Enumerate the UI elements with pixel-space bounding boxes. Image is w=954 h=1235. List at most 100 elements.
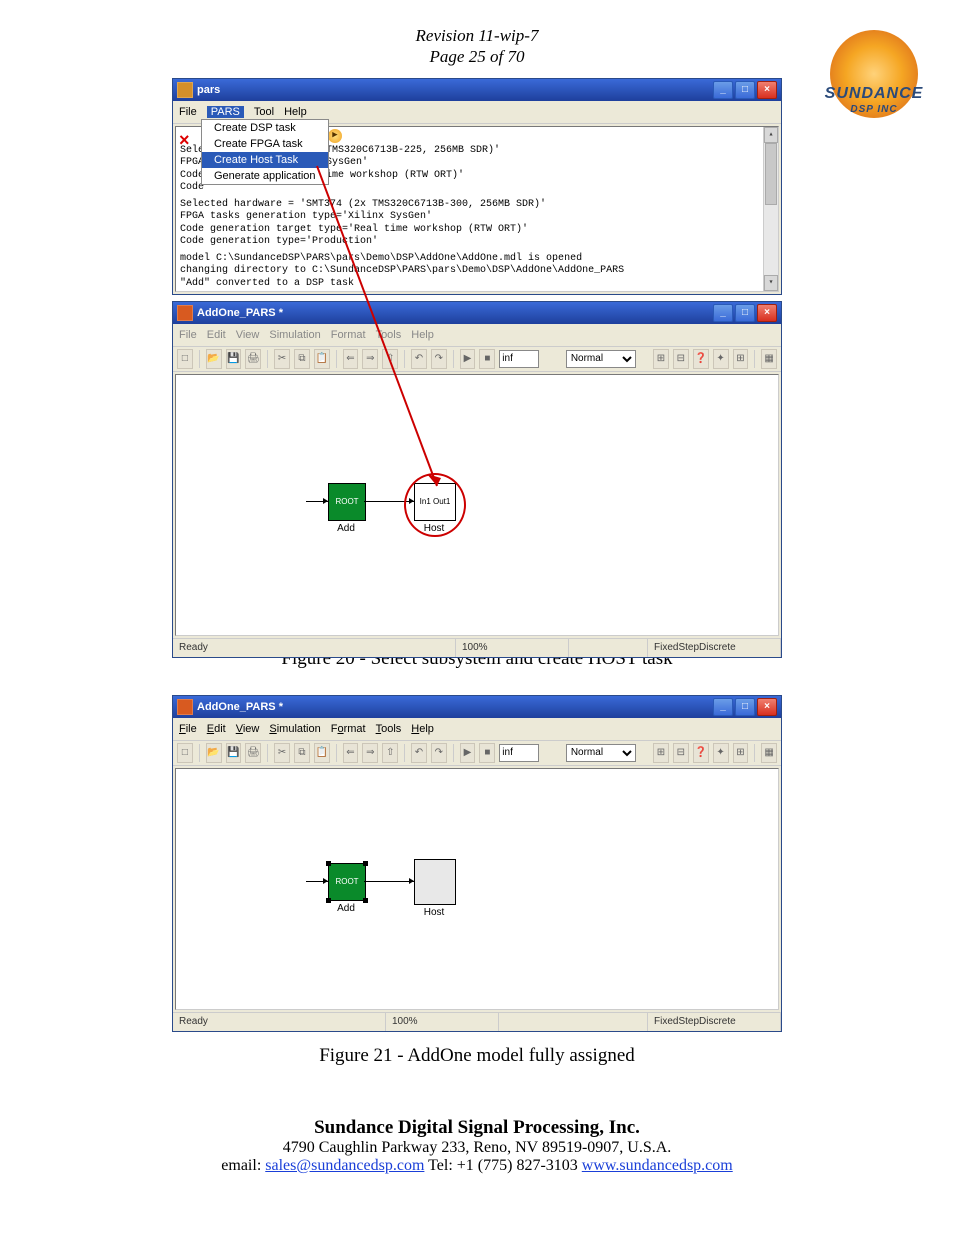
tb-icon-b[interactable]: ⊟ [673, 349, 689, 369]
save-icon[interactable]: 💾 [226, 743, 242, 763]
menu-format[interactable]: Format [331, 329, 366, 341]
block-add[interactable]: ROOT [328, 483, 366, 521]
stop-icon[interactable]: ■ [479, 743, 495, 763]
addone-canvas-2[interactable]: ROOT Add Host [175, 768, 779, 1010]
back-icon[interactable]: ⇐ [343, 743, 359, 763]
scroll-up-icon[interactable]: ▴ [764, 127, 778, 143]
log-sel1: Selected hardware = 'SMT374 (2x TMS320C6… [180, 199, 546, 212]
tb-icon-a[interactable]: ⊞ [653, 349, 669, 369]
menu-view[interactable]: View [236, 723, 260, 735]
maximize-button[interactable]: □ [735, 304, 755, 322]
menu-view[interactable]: View [236, 329, 260, 341]
footer-url-link[interactable]: www.sundancedsp.com [582, 1157, 733, 1174]
footer-company: Sundance Digital Signal Processing, Inc. [0, 1117, 954, 1139]
copy-icon[interactable]: ⧉ [294, 743, 310, 763]
block-add-selected[interactable]: ROOT [328, 863, 366, 901]
menu-tools[interactable]: Tools [376, 723, 402, 735]
tb-icon-d[interactable]: ✦ [713, 743, 729, 763]
tb-icon-c[interactable]: ❓ [693, 743, 709, 763]
paste-icon[interactable]: 📋 [314, 349, 330, 369]
forward-icon[interactable]: ⇒ [362, 349, 378, 369]
menu-file[interactable]: File [179, 723, 197, 735]
undo-icon[interactable]: ↶ [411, 743, 427, 763]
tb-icon-f[interactable]: ▦ [761, 349, 777, 369]
footer-address: 4790 Caughlin Parkway 233, Reno, NV 8951… [0, 1139, 954, 1157]
tb-icon-f[interactable]: ▦ [761, 743, 777, 763]
undo-icon[interactable]: ↶ [411, 349, 427, 369]
new-icon[interactable]: □ [177, 743, 193, 763]
block-add-label: Add [328, 903, 364, 914]
redo-icon[interactable]: ↷ [431, 349, 447, 369]
tb-icon-a[interactable]: ⊞ [653, 743, 669, 763]
pars-scrollbar[interactable]: ▴ ▾ [763, 127, 778, 291]
paste-icon[interactable]: 📋 [314, 743, 330, 763]
play-icon[interactable]: ▶ [460, 349, 476, 369]
footer-email-link[interactable]: sales@sundancedsp.com [265, 1157, 424, 1174]
dropdown-create-dsp[interactable]: Create DSP task [202, 120, 328, 136]
addone-titlebar-2[interactable]: AddOne_PARS * _ □ × [173, 696, 781, 718]
menu-file[interactable]: File [179, 106, 197, 118]
block-host[interactable]: In1 Out1 [414, 483, 456, 521]
addone-window-fig21: AddOne_PARS * _ □ × File Edit View Simul… [172, 695, 782, 1032]
block-host-2[interactable] [414, 859, 456, 905]
cut-icon[interactable]: ✂ [274, 349, 290, 369]
close-button[interactable]: × [757, 698, 777, 716]
stop-icon[interactable]: ■ [479, 349, 495, 369]
minimize-button[interactable]: _ [713, 81, 733, 99]
close-button[interactable]: × [757, 304, 777, 322]
open-icon[interactable]: 📂 [206, 349, 222, 369]
stop-time-input[interactable] [499, 350, 539, 368]
menu-edit[interactable]: Edit [207, 723, 226, 735]
play-icon[interactable]: ▶ [328, 129, 342, 143]
up-icon[interactable]: ⇧ [382, 349, 398, 369]
menu-help[interactable]: Help [411, 723, 434, 735]
cut-icon[interactable]: ✂ [274, 743, 290, 763]
new-icon[interactable]: □ [177, 349, 193, 369]
menu-simulation[interactable]: Simulation [269, 329, 320, 341]
dropdown-create-host[interactable]: Create Host Task [202, 152, 328, 168]
scroll-down-icon[interactable]: ▾ [764, 275, 778, 291]
menu-tools[interactable]: Tools [376, 329, 402, 341]
tb-icon-e[interactable]: ⊞ [733, 743, 749, 763]
menu-tool[interactable]: Tool [254, 106, 274, 118]
mode-select[interactable]: Normal [566, 350, 636, 368]
menu-pars[interactable]: PARS [207, 106, 244, 118]
minimize-button[interactable]: _ [713, 304, 733, 322]
redo-icon[interactable]: ↷ [431, 743, 447, 763]
figure21-caption: Figure 21 - AddOne model fully assigned [0, 1045, 954, 1067]
addone-menubar-2: File Edit View Simulation Format Tools H… [173, 718, 781, 741]
print-icon[interactable]: 🖨 [245, 743, 261, 763]
up-icon[interactable]: ⇧ [382, 743, 398, 763]
open-icon[interactable]: 📂 [206, 743, 222, 763]
menu-file[interactable]: File [179, 329, 197, 341]
dropdown-generate[interactable]: Generate application [202, 168, 328, 184]
menu-edit[interactable]: Edit [207, 329, 226, 341]
back-icon[interactable]: ⇐ [343, 349, 359, 369]
simulink-icon [177, 699, 193, 715]
tb-icon-d[interactable]: ✦ [713, 349, 729, 369]
forward-icon[interactable]: ⇒ [362, 743, 378, 763]
tb-icon-b[interactable]: ⊟ [673, 743, 689, 763]
tb-icon-c[interactable]: ❓ [693, 349, 709, 369]
tb-icon-e[interactable]: ⊞ [733, 349, 749, 369]
mode-select[interactable]: Normal [566, 744, 636, 762]
close-button[interactable]: × [757, 81, 777, 99]
menu-format[interactable]: Format [331, 723, 366, 735]
pars-titlebar[interactable]: pars _ □ × [173, 79, 781, 101]
minimize-button[interactable]: _ [713, 698, 733, 716]
addone-canvas[interactable]: ROOT Add In1 Out1 Host [175, 374, 779, 636]
menu-simulation[interactable]: Simulation [269, 723, 320, 735]
stop-time-input[interactable] [499, 744, 539, 762]
maximize-button[interactable]: □ [735, 698, 755, 716]
log-m1: model C:\SundanceDSP\PARS\pars\Demo\DSP\… [180, 253, 624, 266]
save-icon[interactable]: 💾 [226, 349, 242, 369]
copy-icon[interactable]: ⧉ [294, 349, 310, 369]
menu-help[interactable]: Help [284, 106, 307, 118]
dropdown-create-fpga[interactable]: Create FPGA task [202, 136, 328, 152]
maximize-button[interactable]: □ [735, 81, 755, 99]
page-header: Revision 11-wip-7 Page 25 of 70 [0, 25, 954, 68]
menu-help[interactable]: Help [411, 329, 434, 341]
addone-titlebar[interactable]: AddOne_PARS * _ □ × [173, 302, 781, 324]
play-icon[interactable]: ▶ [460, 743, 476, 763]
print-icon[interactable]: 🖨 [245, 349, 261, 369]
